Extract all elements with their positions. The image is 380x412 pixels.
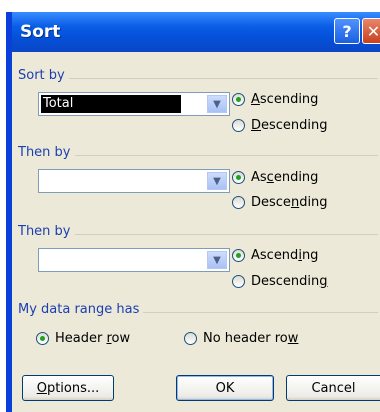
radio-selected-icon (232, 93, 245, 106)
radio-unselected-icon (232, 275, 245, 288)
header-row-label: Header row (55, 331, 131, 346)
sort-by-descending-label: Descending (251, 118, 328, 133)
sort-by-label: Sort by (18, 68, 69, 83)
cancel-button-label: Cancel (311, 380, 356, 396)
radio-selected-icon (36, 332, 49, 345)
header-row-radio[interactable]: Header row (36, 331, 130, 346)
sort-by-select[interactable]: Total ▼ (38, 92, 230, 116)
radio-selected-icon (232, 171, 245, 184)
data-range-label: My data range has (18, 302, 144, 317)
sort-by-descending-radio[interactable]: Descending (232, 118, 328, 133)
radio-unselected-icon (184, 332, 197, 345)
then-by-1-select[interactable]: ▼ (38, 169, 230, 193)
no-header-row-radio[interactable]: No header row (184, 331, 298, 346)
then-by-2-label: Then by (18, 224, 75, 239)
then-by-2-descending-radio[interactable]: Descending (232, 274, 328, 289)
cancel-button[interactable]: Cancel (286, 375, 380, 401)
then-by-1-label: Then by (18, 145, 75, 160)
title-bar[interactable]: Sort ? ✕ (12, 12, 380, 52)
chevron-down-icon[interactable]: ▼ (207, 172, 227, 190)
then-by-2-descending-label: Descending (251, 274, 328, 289)
close-icon: ✕ (366, 21, 380, 41)
then-by-1-ascending-radio[interactable]: Ascending (232, 170, 318, 185)
no-header-row-label: No header row (203, 331, 299, 346)
chevron-down-icon[interactable]: ▼ (207, 251, 227, 269)
then-by-2-ascending-label: Ascending (251, 248, 319, 263)
dialog-title: Sort (20, 22, 61, 42)
then-by-1-ascending-label: Ascending (251, 170, 319, 185)
close-button[interactable]: ✕ (362, 18, 380, 44)
options-button-label: Options... (36, 380, 100, 396)
then-by-2-select[interactable]: ▼ (38, 248, 230, 272)
then-by-2-ascending-radio[interactable]: Ascending (232, 248, 318, 263)
radio-unselected-icon (232, 196, 245, 209)
sort-by-value: Total (41, 95, 181, 113)
ok-button[interactable]: OK (176, 375, 274, 401)
options-button[interactable]: Options... (22, 375, 114, 401)
then-by-1-descending-radio[interactable]: Descending (232, 195, 328, 210)
sort-by-ascending-radio[interactable]: Ascending (232, 92, 318, 107)
help-button[interactable]: ? (334, 18, 360, 44)
question-icon: ? (342, 21, 352, 41)
ok-button-label: OK (215, 380, 235, 396)
then-by-1-descending-label: Descending (251, 195, 328, 210)
sort-by-ascending-label: Ascending (251, 92, 319, 107)
sort-by-divider (18, 78, 378, 79)
radio-unselected-icon (232, 119, 245, 132)
sort-dialog: Sort ? ✕ Sort by Total ▼ Ascending Desce… (12, 12, 380, 412)
chevron-down-icon[interactable]: ▼ (207, 95, 227, 113)
radio-selected-icon (232, 249, 245, 262)
